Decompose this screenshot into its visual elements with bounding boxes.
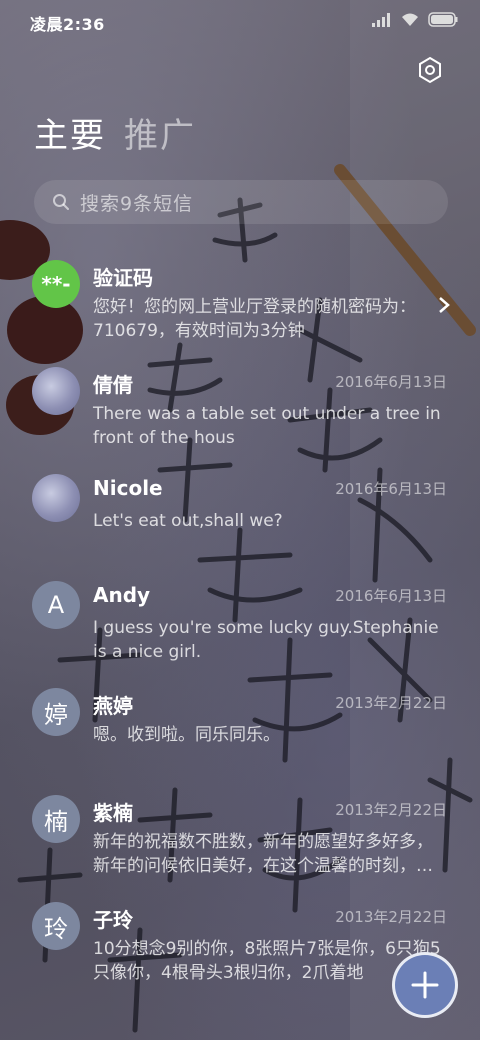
avatar: 婷 (32, 688, 80, 736)
conversation-item[interactable]: 婷 燕婷 2013年2月22日 嗯。收到啦。同乐同乐。 (0, 678, 480, 785)
message-date: 2016年6月13日 (335, 373, 447, 391)
search-placeholder: 搜索9条短信 (80, 192, 194, 215)
conversation-item[interactable]: A Andy 2016年6月13日 I guess you're some lu… (0, 571, 480, 678)
avatar: 玲 (32, 902, 80, 950)
avatar: A (32, 581, 80, 629)
message-preview: 嗯。收到啦。同乐同乐。 (93, 725, 280, 745)
tab-bar: 主要 推广 (34, 108, 196, 157)
message-preview: Let's eat out,shall we? (93, 511, 283, 531)
message-date: 2013年2月22日 (335, 908, 447, 926)
conversation-item[interactable]: **- 验证码 您好！您的网上营业厅登录的随机密码为：710679，有效时间为3… (0, 250, 480, 357)
conversation-item[interactable]: 倩倩 2016年6月13日 There was a table set out … (0, 357, 480, 464)
conversation-list: **- 验证码 您好！您的网上营业厅登录的随机密码为：710679，有效时间为3… (0, 250, 480, 999)
conversation-item[interactable]: Nicole 2016年6月13日 Let's eat out,shall we… (0, 464, 480, 571)
message-date: 2016年6月13日 (335, 587, 447, 605)
avatar (32, 474, 80, 522)
search-icon (53, 194, 69, 210)
avatar: **- (32, 260, 80, 308)
signal-icon (372, 12, 390, 27)
message-date: 2013年2月22日 (335, 694, 447, 712)
avatar: 楠 (32, 795, 80, 843)
search-bar[interactable]: 搜索9条短信 (34, 180, 448, 224)
message-preview: There was a table set out under a tree i… (93, 404, 441, 448)
conversation-item[interactable]: 楠 紫楠 2013年2月22日 新年的祝福数不胜数，新年的愿望好多好多，新年的问… (0, 785, 480, 892)
chevron-right-icon (439, 297, 450, 313)
message-preview: 您好！您的网上营业厅登录的随机密码为：710679，有效时间为3分钟 (93, 297, 416, 341)
status-time: 凌晨2:36 (30, 15, 105, 34)
avatar (32, 367, 80, 415)
contact-name: 紫楠 (93, 801, 133, 825)
message-preview: I guess you're some lucky guy.Stephanie … (93, 618, 439, 662)
message-date: 2016年6月13日 (335, 480, 447, 498)
tab-promotions[interactable]: 推广 (124, 108, 196, 157)
compose-button[interactable] (392, 952, 458, 1018)
plus-icon (411, 971, 439, 999)
wifi-icon (402, 13, 418, 26)
contact-name: Andy (93, 583, 151, 607)
contact-name: 燕婷 (93, 694, 133, 718)
message-date: 2013年2月22日 (335, 801, 447, 819)
contact-name: 验证码 (93, 266, 153, 290)
status-bar: 凌晨2:36 (0, 0, 480, 42)
contact-name: 倩倩 (93, 373, 133, 397)
settings-icon[interactable] (416, 56, 444, 84)
contact-name: 子玲 (93, 908, 133, 932)
contact-name: Nicole (93, 476, 163, 500)
battery-icon (428, 12, 458, 27)
tab-primary[interactable]: 主要 (34, 108, 106, 157)
message-preview: 新年的祝福数不胜数，新年的愿望好多好多，新年的问候依旧美好，在这个温馨的时刻，… (93, 832, 433, 876)
